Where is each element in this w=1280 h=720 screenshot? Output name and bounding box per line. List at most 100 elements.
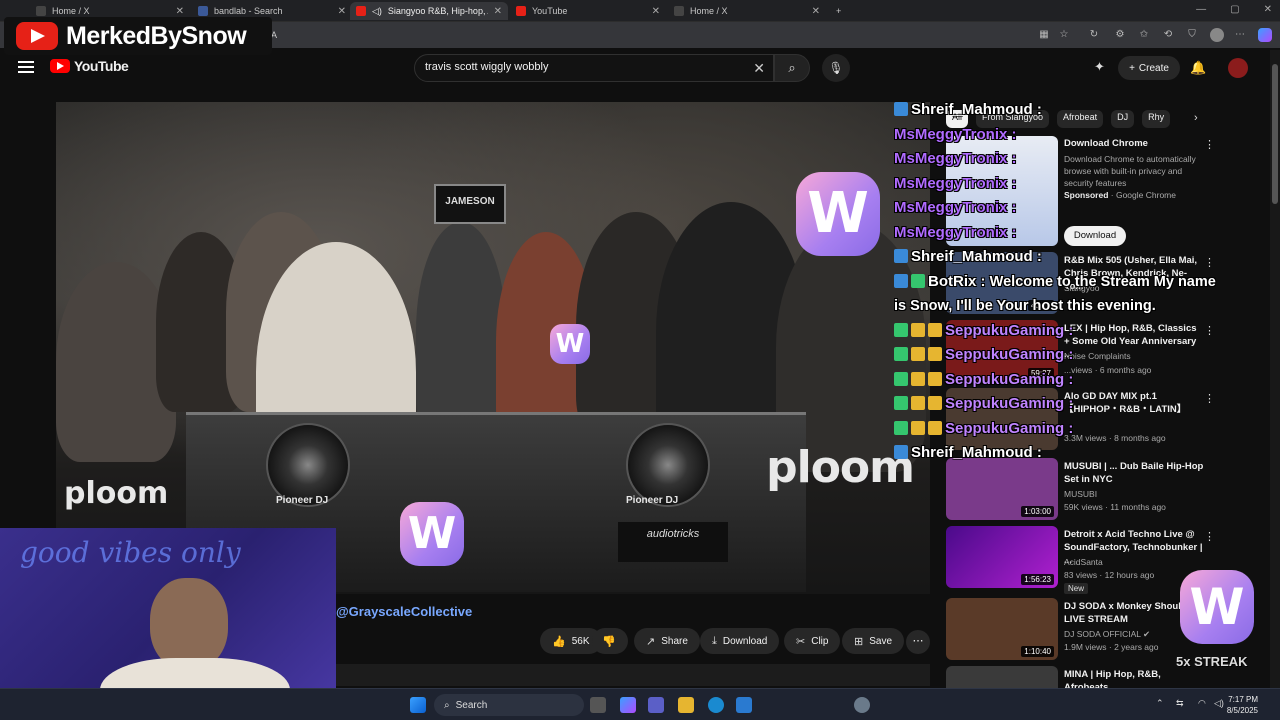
settings-icon[interactable]: ⚙ [1114,29,1126,41]
chevron-up-icon[interactable]: ⌃ [1156,698,1164,709]
related-channel[interactable]: AcidSanta [1064,556,1103,568]
related-thumbnail[interactable]: 1:10:40 [946,598,1058,660]
sparkle-icon[interactable]: ✦ [1094,59,1105,75]
copilot-icon[interactable] [620,697,636,713]
menu-icon[interactable] [18,61,34,73]
close-tab-icon[interactable]: ✕ [338,6,346,17]
browser-tab-home-x-2[interactable]: Home / X ✕ [668,2,826,20]
related-thumbnail[interactable]: 1:56:23 [946,526,1058,588]
deck-brand-right: Pioneer DJ [626,495,679,506]
more-icon[interactable]: ⋮ [1204,530,1215,543]
download-icon: ⤓ [712,634,717,647]
related-thumbnail[interactable]: 1:03:00 [946,458,1058,520]
neon-sign: good vibes only [20,536,241,569]
close-tab-icon[interactable]: ✕ [494,6,502,17]
notifications-bell-icon[interactable]: 🔔 [1190,60,1206,76]
speaker-icon[interactable]: ◁) [372,6,382,17]
chat-message: SeppukuGaming : [894,319,1226,344]
download-button[interactable]: ⤓ Download [700,628,780,654]
save-button[interactable]: ⊞ Save [842,628,905,654]
windows-start-icon[interactable] [410,697,426,713]
search-input[interactable] [425,61,745,73]
green-badge-icon [894,420,908,435]
chat-username: MsMeggyTronix : [894,150,1017,167]
channel-handle: @GrayscaleCollective [336,604,473,619]
chat-message: Shreif_Mahmoud : [894,441,1226,466]
account-avatar[interactable] [1228,58,1248,78]
copilot-icon[interactable] [1258,28,1272,42]
voice-search-button[interactable]: 🎙 [822,54,850,82]
chat-message: SeppukuGaming : [894,368,1226,393]
store-icon[interactable] [736,697,752,713]
related-channel[interactable]: MUSUBI [1064,488,1097,500]
task-view-icon[interactable] [590,697,606,713]
clear-search-icon[interactable]: ✕ [753,60,765,77]
browser-tab-siangyoo[interactable]: ◁) Siangyoo R&B, Hip-hop, Afr ✕ [350,2,508,20]
gold-badge-icon [911,322,925,337]
edge-browser-icon[interactable] [708,697,724,713]
related-channel[interactable]: DJ SODA OFFICIAL ✔ [1064,628,1150,640]
chat-username: MsMeggyTronix : [894,125,1017,143]
close-tab-icon[interactable]: ✕ [812,6,820,17]
teams-icon[interactable] [648,697,664,713]
chat-message: MsMeggyTronix : [894,123,1226,148]
windows-taskbar: ⌕ Search ⌃ ⇆ ◠ ◁) 7:17 PM 8/5/2025 [0,688,1280,720]
search-button[interactable]: ⌕ [774,54,810,82]
gold-badge-icon [928,420,942,435]
gold-badge-icon [911,420,925,435]
close-tab-icon[interactable]: ✕ [176,6,184,17]
browser-tab-youtube[interactable]: YouTube ✕ [510,2,666,20]
more-icon[interactable]: ⋯ [1234,29,1246,41]
file-explorer-icon[interactable] [678,697,694,713]
x-icon [36,6,46,16]
star-icon[interactable]: ☆ [1058,29,1070,41]
youtube-header: YouTube ✕ ⌕ 🎙 ✦ + Create 🔔 [0,50,1270,86]
create-button[interactable]: + Create [1118,56,1180,80]
stream-branding-overlay: MerkedBySnow [4,17,272,55]
gold-badge-icon [928,347,942,361]
page-scrollbar[interactable] [1270,50,1280,688]
share-button[interactable]: ↗ Share [634,628,700,654]
maximize-icon[interactable]: ▢ [1230,4,1239,15]
youtube-logo[interactable]: YouTube [50,58,129,74]
history-icon[interactable]: ⟲ [1162,29,1174,41]
chat-message: Shreif_Mahmoud : [894,98,1226,123]
scrollbar-thumb[interactable] [1272,64,1278,204]
taskbar-search[interactable]: ⌕ Search [434,694,584,716]
video-player[interactable]: JAMESON Pioneer DJ Pioneer DJ audiotrick… [56,102,930,594]
url-field[interactable]: zNA [260,27,1020,44]
taskbar-clock[interactable]: 7:17 PM 8/5/2025 [1227,694,1258,716]
w-emote-icon: W [796,172,880,256]
dislike-button[interactable]: 👎 [592,628,628,654]
plus-icon: + [1129,62,1135,74]
deck-brand-left: Pioneer DJ [276,495,329,506]
share-icon: ↗ [646,635,656,648]
new-tab-button[interactable]: + [830,2,850,20]
related-meta: 83 views · 12 hours ago [1064,570,1155,580]
chat-username: SeppukuGaming : [945,346,1074,363]
favorites-icon[interactable]: ✩ [1138,29,1150,41]
close-window-icon[interactable]: ✕ [1264,4,1272,15]
more-actions-button[interactable]: ⋯ [906,630,930,654]
minimize-icon[interactable]: — [1196,4,1206,15]
streak-counter: 5x STREAK [1176,654,1248,669]
chat-username: Shreif_Mahmoud : [911,248,1042,265]
related-thumbnail[interactable] [946,666,1058,688]
shield-icon[interactable]: ⛉ [1186,29,1198,41]
chat-message: BotRix : Welcome to the Stream My name i… [894,270,1226,319]
green-badge-icon [894,347,908,361]
wifi-icon[interactable]: ◠ [1198,698,1206,709]
close-tab-icon[interactable]: ✕ [652,6,660,17]
youtube-play-icon [16,22,58,50]
chat-message: Shreif_Mahmoud : [894,245,1226,270]
extension-icon[interactable]: ▦ [1038,29,1050,41]
refresh-icon[interactable]: ↻ [1088,29,1100,41]
settings-icon[interactable] [854,697,870,713]
profile-avatar[interactable] [1210,28,1224,42]
clip-button[interactable]: ✂ Clip [784,628,841,654]
audiotricks-sign: audiotricks [618,522,728,562]
gold-badge-icon [928,371,942,386]
verified-icon: ✔ [1143,629,1151,639]
network-icon[interactable]: ⇆ [1176,698,1184,709]
volume-icon[interactable]: ◁) [1214,698,1224,709]
